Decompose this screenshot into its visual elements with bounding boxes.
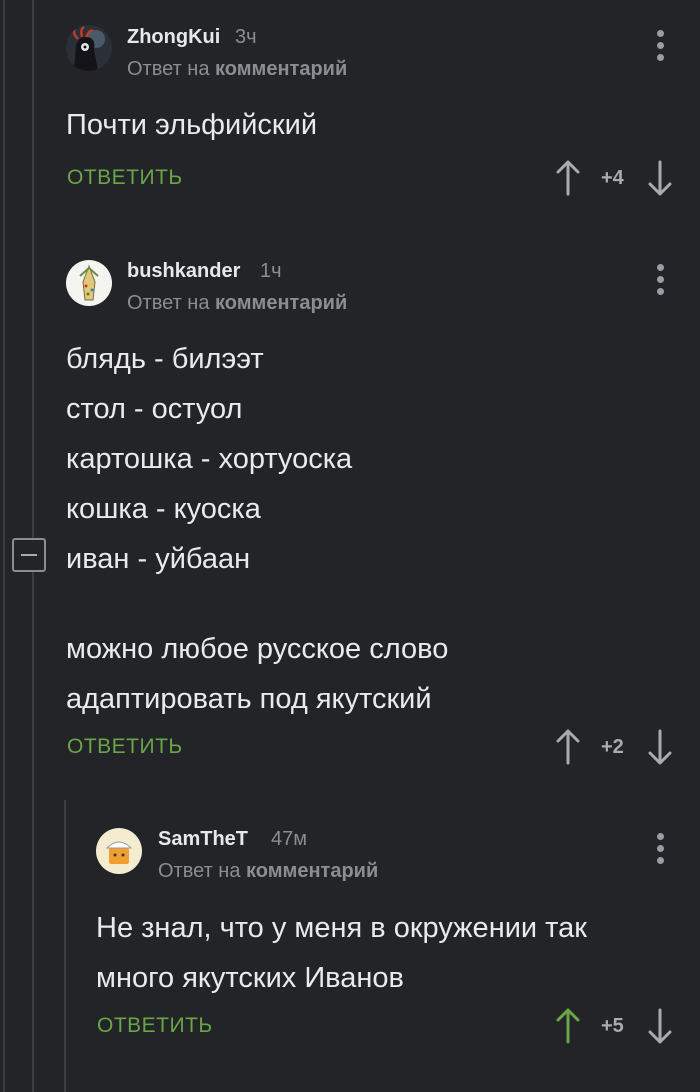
comment-body: Почти эльфийский xyxy=(66,100,317,150)
comment-menu-icon[interactable] xyxy=(648,26,672,66)
reply-to-prefix: Ответ на xyxy=(127,292,210,314)
comment-line xyxy=(66,584,448,624)
comment-menu-icon[interactable] xyxy=(648,260,672,300)
comment-line: картошка - хортуоска xyxy=(66,443,353,475)
upvote-icon[interactable] xyxy=(554,158,582,198)
thread-line-outer xyxy=(3,0,5,1092)
downvote-icon[interactable] xyxy=(646,727,674,767)
comment-username[interactable]: bushkander xyxy=(127,260,240,283)
comment-line: стол - остуол xyxy=(66,393,243,425)
avatar[interactable] xyxy=(96,828,142,874)
comment-line: кошка - куоска xyxy=(66,493,261,525)
upvote-icon[interactable] xyxy=(554,1006,582,1046)
reply-to-label: Ответ на комментарий xyxy=(158,860,378,883)
comment-line: блядь - билээт xyxy=(66,343,264,375)
comment-line: Не знал, что у меня в окружении так xyxy=(96,912,587,944)
comment-line: иван - уйбаан xyxy=(66,543,251,575)
comment-username[interactable]: ZhongKui xyxy=(127,26,220,49)
avatar-image xyxy=(96,828,142,874)
reply-to-prefix: Ответ на xyxy=(127,58,210,80)
comment-line: Почти эльфийский xyxy=(66,109,318,141)
collapse-thread-button[interactable] xyxy=(12,538,46,572)
comment-time: 47м xyxy=(271,828,307,850)
reply-to-prefix: Ответ на xyxy=(158,860,241,882)
comment-time: 3ч xyxy=(235,26,257,48)
comment-line: много якутских Иванов xyxy=(96,962,404,994)
avatar[interactable] xyxy=(66,260,112,306)
avatar[interactable] xyxy=(66,25,112,71)
reply-to-label: Ответ на комментарий xyxy=(127,292,347,315)
vote-score: +2 xyxy=(601,736,624,758)
vote-score: +5 xyxy=(601,1015,624,1037)
reply-button[interactable]: ОТВЕТИТЬ xyxy=(67,166,183,190)
reply-to-label: Ответ на комментарий xyxy=(127,58,347,81)
comment-time: 1ч xyxy=(260,260,282,282)
comment-line: адаптировать под якутский xyxy=(66,683,432,715)
reply-to-link[interactable]: комментарий xyxy=(215,292,347,314)
comment-body: Не знал, что у меня в окружении так мног… xyxy=(96,903,587,1003)
downvote-icon[interactable] xyxy=(646,1006,674,1046)
comment-menu-icon[interactable] xyxy=(648,829,672,869)
comment-username[interactable]: SamTheT xyxy=(158,828,248,851)
avatar-image xyxy=(66,260,112,306)
downvote-icon[interactable] xyxy=(646,158,674,198)
vote-score: +4 xyxy=(601,167,624,189)
avatar-image xyxy=(66,25,112,71)
comment-body: блядь - билээт стол - остуол картошка - … xyxy=(66,334,448,724)
reply-button[interactable]: ОТВЕТИТЬ xyxy=(97,1014,213,1038)
reply-to-link[interactable]: комментарий xyxy=(246,860,378,882)
reply-button[interactable]: ОТВЕТИТЬ xyxy=(67,735,183,759)
reply-to-link[interactable]: комментарий xyxy=(215,58,347,80)
thread-line-level2 xyxy=(64,800,66,1092)
comment-line: можно любое русское слово xyxy=(66,633,449,665)
upvote-icon[interactable] xyxy=(554,727,582,767)
